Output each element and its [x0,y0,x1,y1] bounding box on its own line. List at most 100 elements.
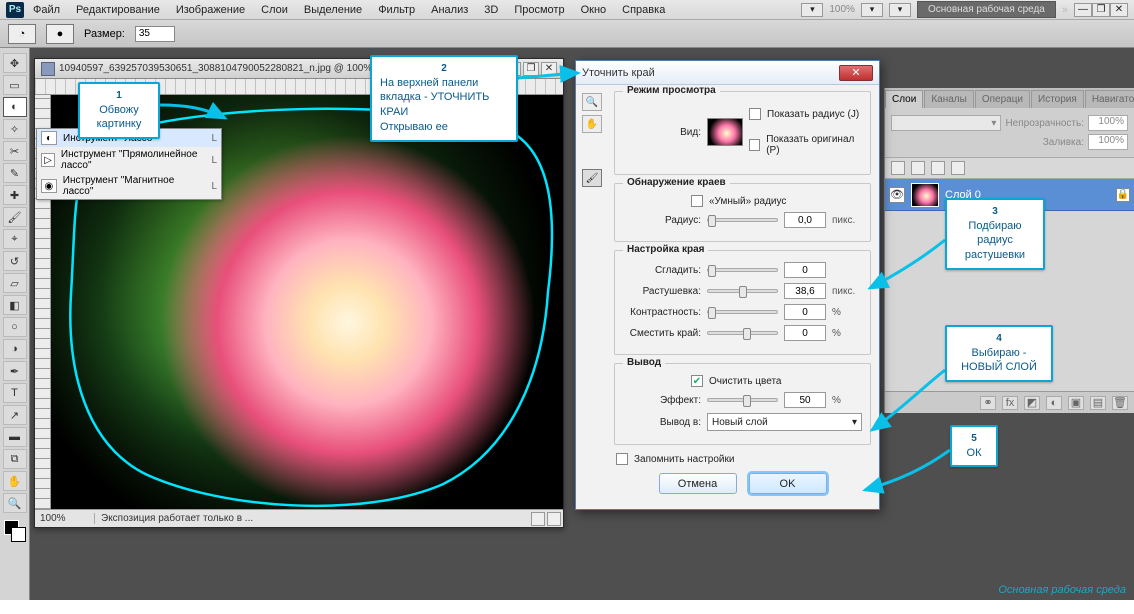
shift-slider[interactable] [707,331,778,335]
show-radius-checkbox[interactable] [749,108,761,120]
radius-slider[interactable] [707,218,778,222]
eyedropper-tool-icon[interactable]: ✎ [3,163,27,183]
tab-navigator[interactable]: Навигато [1085,90,1134,108]
radius-input[interactable] [784,212,826,228]
tab-history[interactable]: История [1031,90,1084,108]
fx-icon[interactable]: fx [1002,396,1018,410]
dodge-tool-icon[interactable]: ◑ [3,339,27,359]
color-swatches[interactable] [4,520,26,542]
shape-tool-icon[interactable]: ▬ [3,427,27,447]
opacity-value[interactable]: 100% [1088,115,1128,131]
delete-layer-icon[interactable]: 🗑 [1112,396,1128,410]
smooth-slider[interactable] [707,268,778,272]
tab-actions[interactable]: Операци [975,90,1030,108]
lasso-tool-icon[interactable]: ◐ [3,97,27,117]
menu-edit[interactable]: Редактирование [69,2,167,18]
output-to-select[interactable]: Новый слой▾ [707,413,862,431]
decontaminate-checkbox[interactable]: ✔ [691,375,703,387]
brush-tool-icon[interactable]: 🖌 [3,207,27,227]
magic-wand-tool-icon[interactable]: ✧ [3,119,27,139]
type-tool-icon[interactable]: T [3,383,27,403]
shift-input[interactable] [784,325,826,341]
blend-mode-select[interactable]: ▾ [891,115,1001,131]
flyout-magnetic-lasso[interactable]: ◉ Инструмент "Магнитное лассо" L [37,173,221,199]
amount-input[interactable] [784,392,826,408]
screen-mode-icon[interactable]: ▾ [861,3,883,17]
window-minimize-icon[interactable]: — [1074,3,1092,17]
menu-3d[interactable]: 3D [477,2,505,18]
zoom-readout[interactable]: 100% [829,4,855,15]
menu-select[interactable]: Выделение [297,2,369,18]
amount-slider[interactable] [707,398,778,402]
menu-analysis[interactable]: Анализ [424,2,475,18]
ok-button[interactable]: OK [749,473,827,494]
lock-pixels-icon[interactable] [911,161,925,175]
menu-filter[interactable]: Фильтр [371,2,422,18]
fill-value[interactable]: 100% [1088,134,1128,150]
arrange-dropdown-icon[interactable]: ▾ [801,3,823,17]
history-brush-tool-icon[interactable]: ↺ [3,251,27,271]
size-input[interactable] [135,26,175,42]
view-preview-thumb[interactable] [707,118,743,146]
dialog-close-icon[interactable]: ✕ [839,65,873,81]
gradient-tool-icon[interactable]: ◧ [3,295,27,315]
workspace-button[interactable]: Основная рабочая среда [917,1,1056,18]
smooth-input[interactable] [784,262,826,278]
feather-input[interactable] [784,283,826,299]
feather-slider[interactable] [707,289,778,293]
layer-lock-icon[interactable]: 🔒 [1116,188,1130,202]
flyout-poly-lasso[interactable]: ▷ Инструмент "Прямолинейное лассо" L [37,147,221,173]
menu-help[interactable]: Справка [615,2,672,18]
doc-close-icon[interactable]: ✕ [541,62,557,76]
stamp-tool-icon[interactable]: ⌖ [3,229,27,249]
dlg-refine-brush-icon[interactable]: 🖌 [582,169,602,187]
background-color-icon[interactable] [11,527,26,542]
tab-channels[interactable]: Каналы [924,90,974,108]
zoom-tool-icon[interactable]: 🔍 [3,493,27,513]
lock-transparent-icon[interactable] [891,161,905,175]
scroll-right-icon[interactable] [547,512,561,526]
brush-preview-icon[interactable]: ● [46,24,74,44]
group-icon[interactable]: ▣ [1068,396,1084,410]
dialog-titlebar[interactable]: Уточнить край ✕ [576,61,879,85]
show-original-checkbox[interactable] [749,139,760,151]
healing-tool-icon[interactable]: ✚ [3,185,27,205]
blur-tool-icon[interactable]: ○ [3,317,27,337]
tool-preset-icon[interactable]: ◔ [8,24,36,44]
hand-tool-icon[interactable]: ✋ [3,471,27,491]
eraser-tool-icon[interactable]: ▱ [3,273,27,293]
scroll-left-icon[interactable] [531,512,545,526]
contrast-input[interactable] [784,304,826,320]
smart-radius-checkbox[interactable] [691,195,703,207]
link-layers-icon[interactable]: ⚭ [980,396,996,410]
pen-tool-icon[interactable]: ✒ [3,361,27,381]
contrast-slider[interactable] [707,310,778,314]
3d-tool-icon[interactable]: ⧉ [3,449,27,469]
lock-all-icon[interactable] [951,161,965,175]
menu-window[interactable]: Окно [574,2,614,18]
lock-position-icon[interactable] [931,161,945,175]
new-layer-icon[interactable]: ▤ [1090,396,1106,410]
menu-view[interactable]: Просмотр [507,2,571,18]
adjustment-icon[interactable]: ◐ [1046,396,1062,410]
doc-maximize-icon[interactable]: ❐ [523,62,539,76]
path-tool-icon[interactable]: ↗ [3,405,27,425]
menu-image[interactable]: Изображение [169,2,252,18]
tab-layers[interactable]: Слои [885,90,923,108]
status-zoom[interactable]: 100% [35,513,95,524]
workspace-more-icon[interactable]: » [1062,4,1068,16]
layer-visibility-icon[interactable]: 👁 [889,187,905,203]
remember-checkbox[interactable] [616,453,628,465]
crop-tool-icon[interactable]: ✂ [3,141,27,161]
menu-layers[interactable]: Слои [254,2,295,18]
menu-file[interactable]: Файл [26,2,67,18]
window-close-icon[interactable]: ✕ [1110,3,1128,17]
move-tool-icon[interactable]: ✥ [3,53,27,73]
cancel-button[interactable]: Отмена [659,473,737,494]
window-maximize-icon[interactable]: ❐ [1092,3,1110,17]
dlg-zoom-tool-icon[interactable]: 🔍 [582,93,602,111]
extras-dropdown-icon[interactable]: ▾ [889,3,911,17]
marquee-tool-icon[interactable]: ▭ [3,75,27,95]
dlg-hand-tool-icon[interactable]: ✋ [582,115,602,133]
mask-icon[interactable]: ◩ [1024,396,1040,410]
